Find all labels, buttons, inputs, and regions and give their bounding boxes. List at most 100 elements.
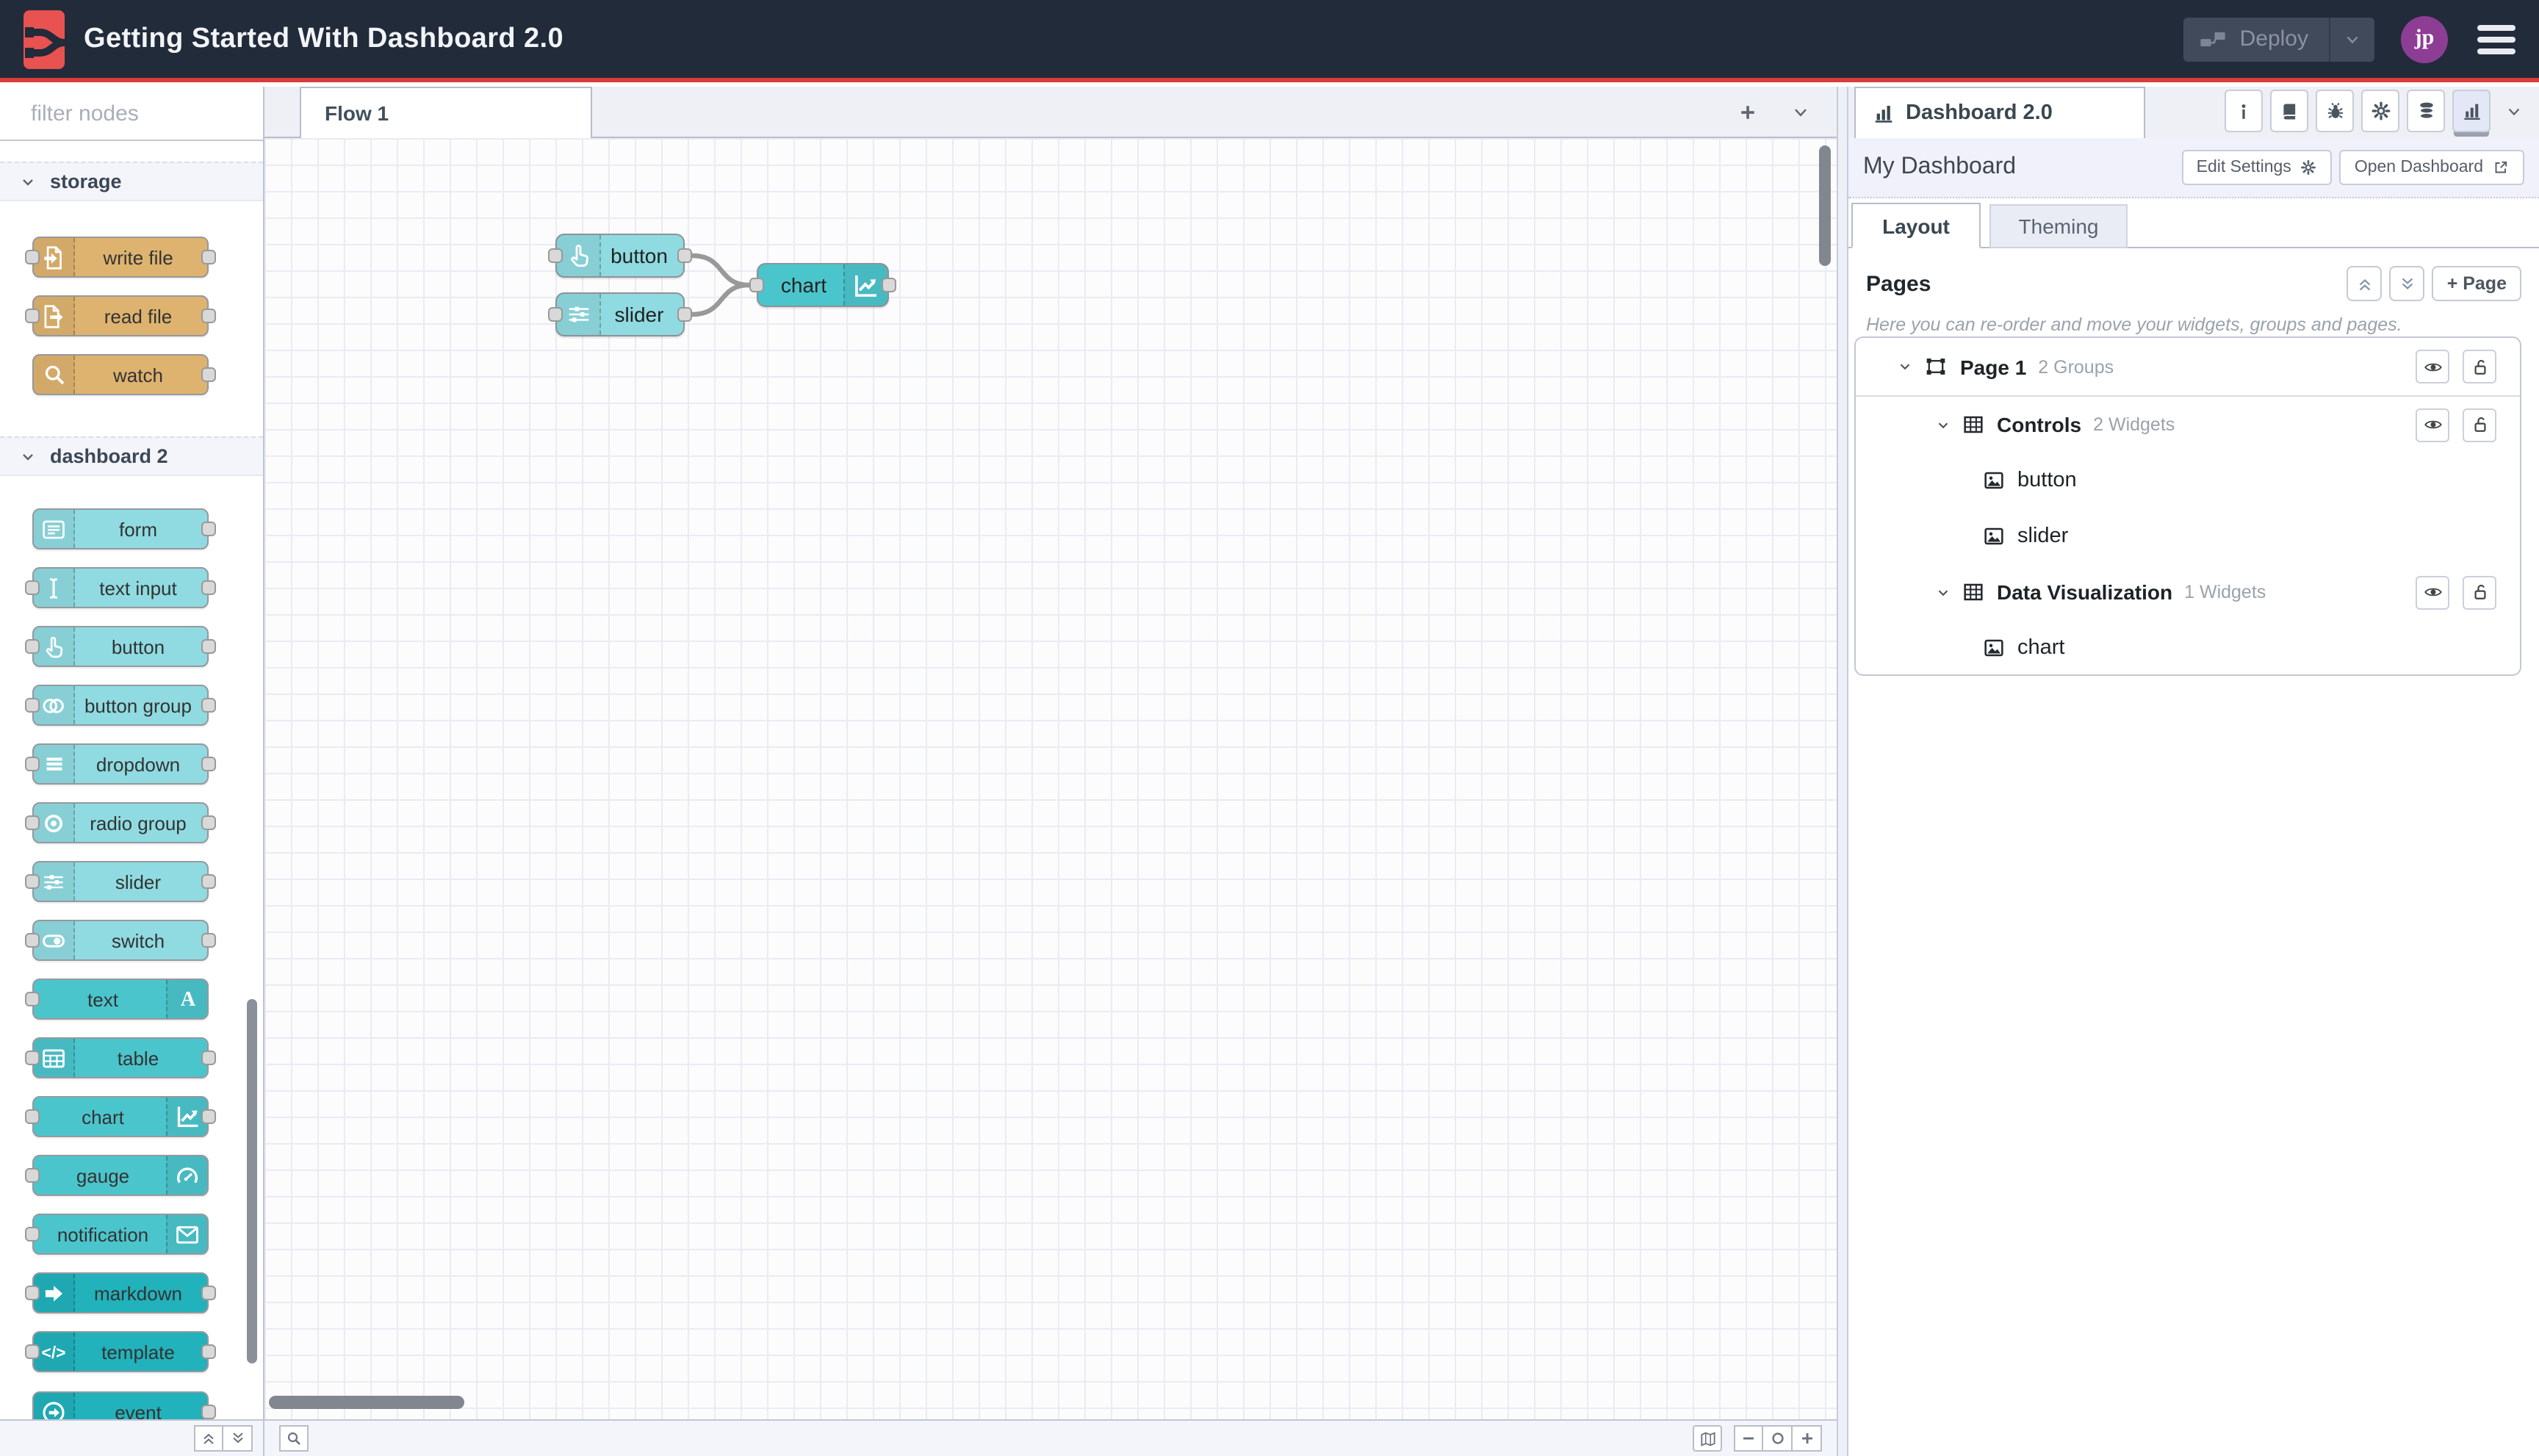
config-tab-button[interactable] xyxy=(2361,90,2399,132)
user-avatar[interactable]: jp xyxy=(2401,15,2448,62)
palette-node-notification[interactable]: notification xyxy=(25,1214,209,1255)
collapse-all-button[interactable] xyxy=(2347,266,2383,301)
port-in[interactable] xyxy=(548,307,563,322)
palette-scrollbar[interactable] xyxy=(247,999,257,1363)
port-in[interactable] xyxy=(25,639,40,654)
toggle-navigator-button[interactable] xyxy=(1693,1425,1722,1452)
port-out[interactable] xyxy=(677,248,692,263)
palette-collapse-all-button[interactable] xyxy=(194,1425,223,1452)
palette-expand-all-button[interactable] xyxy=(223,1425,253,1452)
palette-node-chart[interactable]: chart xyxy=(25,1096,216,1137)
port-out[interactable] xyxy=(201,522,216,536)
canvas-node-button[interactable]: button xyxy=(548,234,692,278)
palette-node-switch[interactable]: switch xyxy=(25,920,216,961)
port-out[interactable] xyxy=(201,367,216,382)
palette-node-button-group[interactable]: button group xyxy=(25,685,216,726)
canvas-horizontal-scrollbar[interactable] xyxy=(269,1396,464,1409)
port-in[interactable] xyxy=(25,757,40,771)
tab-layout[interactable]: Layout xyxy=(1851,203,1981,248)
palette-node-event[interactable]: event xyxy=(32,1391,216,1419)
chevron-down-icon[interactable] xyxy=(1897,358,1913,375)
port-out[interactable] xyxy=(201,580,216,595)
port-in[interactable] xyxy=(25,1050,40,1065)
port-out[interactable] xyxy=(201,639,216,654)
zoom-reset-button[interactable] xyxy=(1763,1425,1793,1452)
palette-node-slider[interactable]: slider xyxy=(25,861,216,902)
port-in[interactable] xyxy=(25,815,40,830)
port-in[interactable] xyxy=(25,1227,40,1241)
visibility-toggle-button[interactable] xyxy=(2416,350,2449,383)
port-out[interactable] xyxy=(201,1050,216,1065)
palette-node-dropdown[interactable]: dropdown xyxy=(25,743,216,785)
port-in[interactable] xyxy=(25,250,40,264)
port-in[interactable] xyxy=(749,278,764,292)
port-out[interactable] xyxy=(201,309,216,323)
palette-node-write-file[interactable]: write file xyxy=(25,237,216,278)
lock-toggle-button[interactable] xyxy=(2463,408,2496,442)
port-out[interactable] xyxy=(201,933,216,948)
sidebar-options-button[interactable] xyxy=(2498,95,2530,127)
expand-all-button[interactable] xyxy=(2389,266,2425,301)
help-tab-button[interactable] xyxy=(2270,90,2308,132)
palette-node-watch[interactable]: watch xyxy=(32,354,216,395)
tree-row-group-controls[interactable]: Controls 2 Widgets xyxy=(1856,397,2520,453)
port-out[interactable] xyxy=(677,307,692,322)
debug-tab-button[interactable] xyxy=(2316,90,2354,132)
port-in[interactable] xyxy=(25,309,40,323)
port-out[interactable] xyxy=(201,1286,216,1300)
context-tab-button[interactable] xyxy=(2407,90,2445,132)
palette-node-markdown[interactable]: markdown xyxy=(25,1272,216,1313)
lock-toggle-button[interactable] xyxy=(2463,350,2496,383)
open-dashboard-button[interactable]: Open Dashboard xyxy=(2339,150,2524,185)
info-tab-button[interactable] xyxy=(2225,90,2263,132)
palette-node-radio-group[interactable]: radio group xyxy=(25,802,216,843)
tree-row-widget-slider[interactable]: slider xyxy=(1856,508,2520,564)
port-in[interactable] xyxy=(25,1344,40,1359)
port-out[interactable] xyxy=(201,1109,216,1124)
tab-theming[interactable]: Theming xyxy=(1989,204,2128,248)
zoom-out-button[interactable] xyxy=(1734,1425,1763,1452)
palette-category-storage[interactable]: storage xyxy=(0,162,263,201)
palette-node-template[interactable]: template xyxy=(25,1331,216,1372)
deploy-options-button[interactable] xyxy=(2330,30,2374,48)
canvas-node-chart[interactable]: chart xyxy=(749,263,896,307)
port-out[interactable] xyxy=(201,250,216,264)
search-flows-button[interactable] xyxy=(279,1425,309,1452)
palette-node-text-input[interactable]: text input xyxy=(25,567,216,608)
palette-node-table[interactable]: table xyxy=(25,1037,216,1078)
lock-toggle-button[interactable] xyxy=(2463,575,2496,609)
port-out[interactable] xyxy=(201,815,216,830)
port-out[interactable] xyxy=(201,874,216,889)
canvas-vertical-scrollbar[interactable] xyxy=(1819,145,1831,266)
visibility-toggle-button[interactable] xyxy=(2416,575,2449,609)
port-in[interactable] xyxy=(25,933,40,948)
port-out[interactable] xyxy=(201,1405,216,1419)
flow-list-button[interactable] xyxy=(1784,96,1816,129)
palette-node-gauge[interactable]: gauge xyxy=(25,1155,209,1196)
tab-flow-1[interactable]: Flow 1 xyxy=(300,87,592,138)
port-in[interactable] xyxy=(25,1109,40,1124)
workspace[interactable]: button slider chart xyxy=(264,138,1837,1419)
tree-row-widget-button[interactable]: button xyxy=(1856,453,2520,508)
port-in[interactable] xyxy=(25,1286,40,1300)
port-out[interactable] xyxy=(201,698,216,713)
palette-node-text[interactable]: text xyxy=(25,979,209,1020)
palette-node-read-file[interactable]: read file xyxy=(25,295,216,336)
port-in[interactable] xyxy=(25,580,40,595)
tab-dashboard-2[interactable]: Dashboard 2.0 xyxy=(1854,87,2145,138)
chevron-down-icon[interactable] xyxy=(1935,584,1951,600)
palette-node-button[interactable]: button xyxy=(25,626,216,667)
deploy-button[interactable]: Deploy xyxy=(2183,17,2374,61)
add-page-button[interactable]: + Page xyxy=(2432,266,2521,301)
main-menu-button[interactable] xyxy=(2474,21,2518,57)
port-in[interactable] xyxy=(25,992,40,1006)
zoom-in-button[interactable] xyxy=(1793,1425,1822,1452)
visibility-toggle-button[interactable] xyxy=(2416,408,2449,442)
port-out[interactable] xyxy=(882,278,896,292)
port-in[interactable] xyxy=(25,874,40,889)
port-in[interactable] xyxy=(548,248,563,263)
tree-row-page-1[interactable]: Page 1 2 Groups xyxy=(1856,338,2520,397)
port-in[interactable] xyxy=(25,698,40,713)
canvas-node-slider[interactable]: slider xyxy=(548,292,692,336)
palette-node-form[interactable]: form xyxy=(32,508,216,549)
